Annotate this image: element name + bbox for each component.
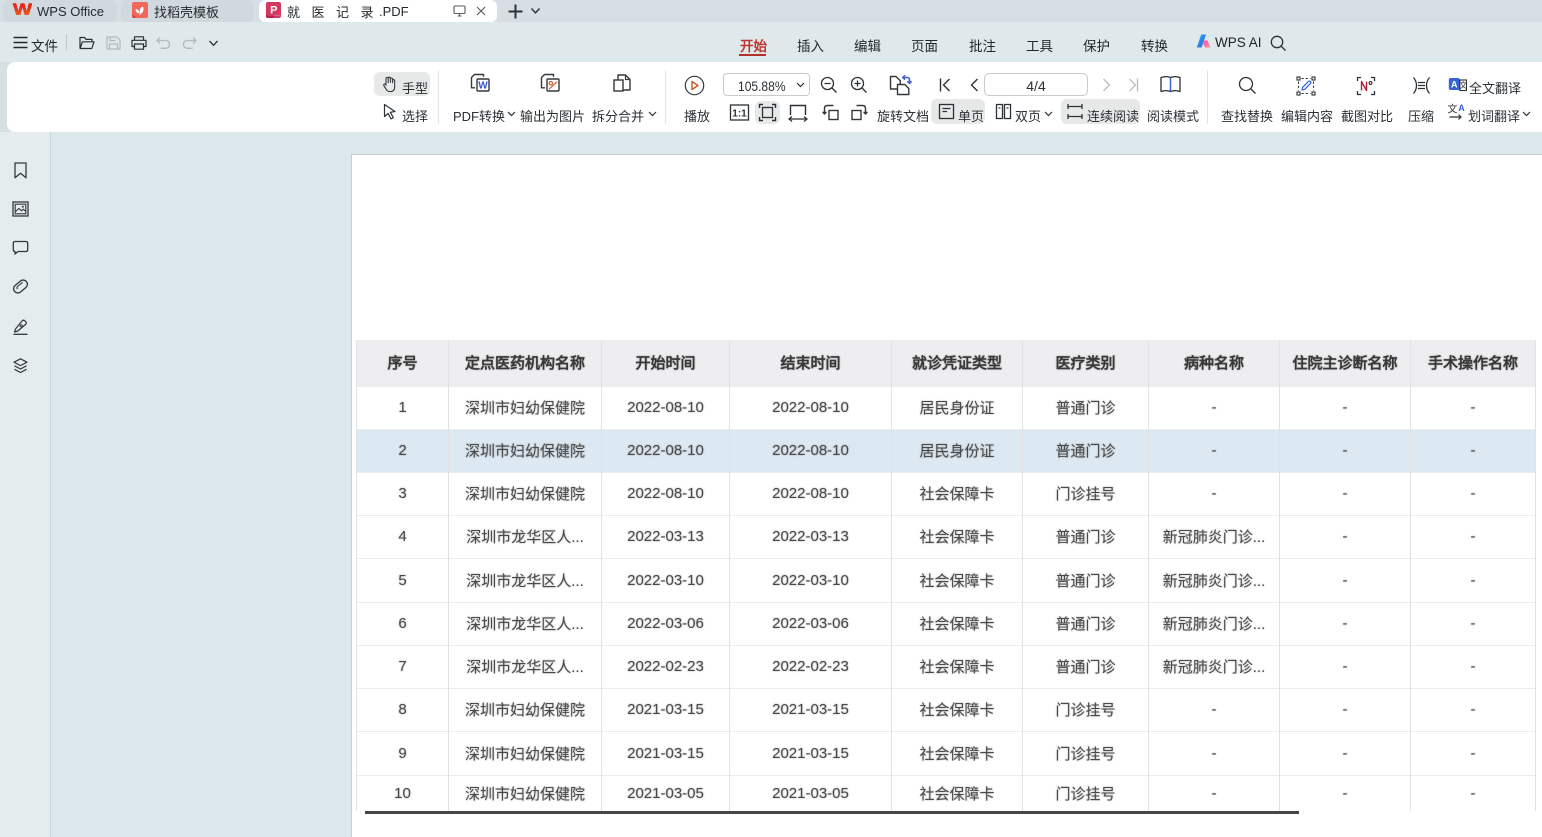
svg-text:A: A — [1458, 103, 1465, 113]
svg-text:P: P — [270, 5, 277, 17]
svg-text:1:1: 1:1 — [732, 109, 747, 120]
svg-text:A: A — [1451, 80, 1458, 90]
svg-text:文: 文 — [1459, 80, 1467, 90]
svg-text:W: W — [478, 80, 488, 91]
svg-text:文: 文 — [1448, 103, 1458, 116]
svg-text:W: W — [13, 2, 32, 15]
